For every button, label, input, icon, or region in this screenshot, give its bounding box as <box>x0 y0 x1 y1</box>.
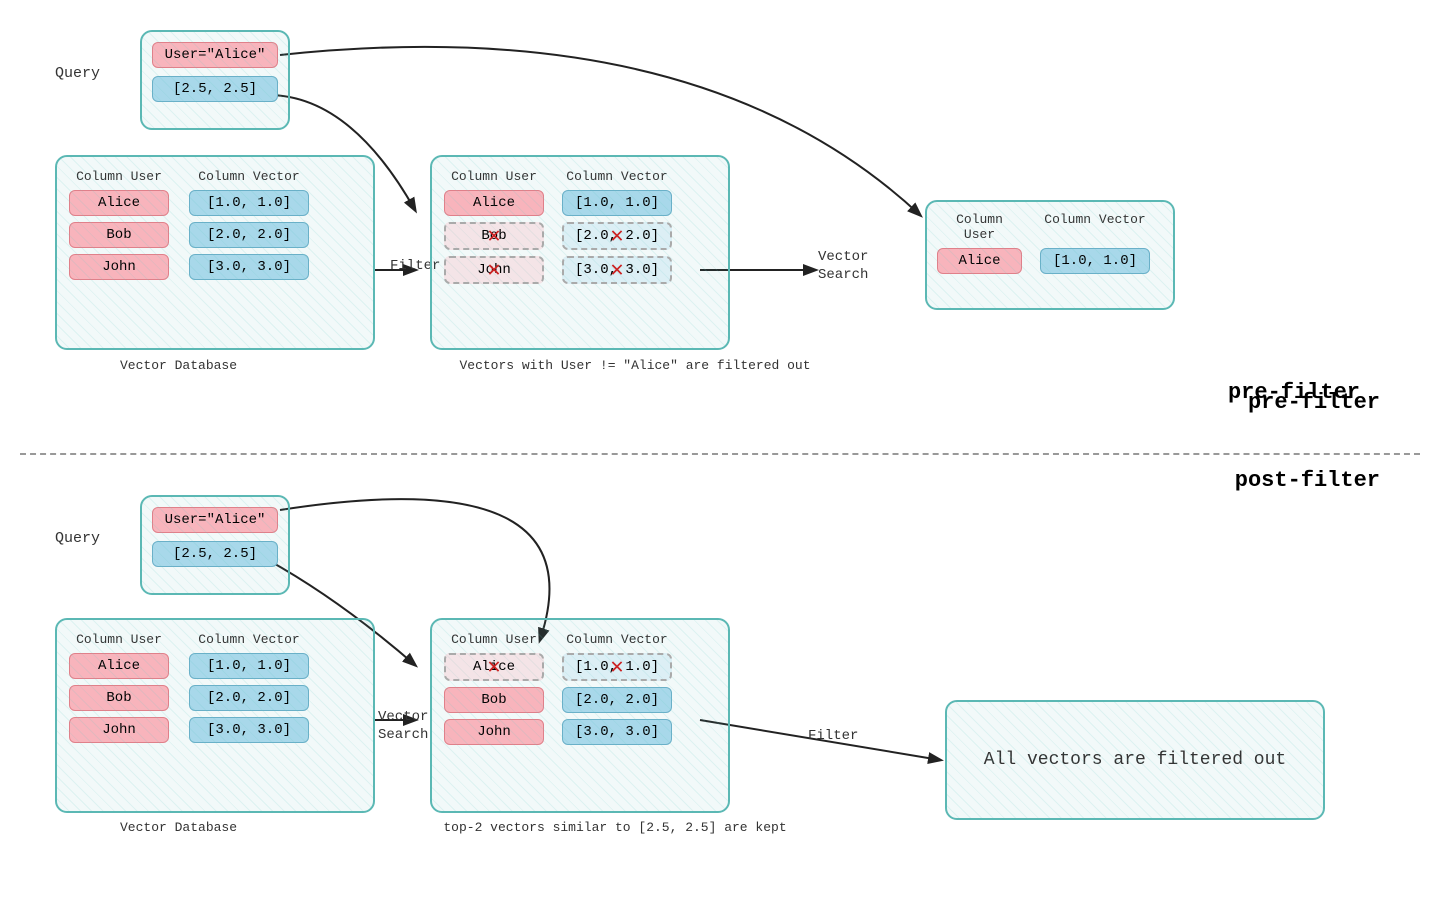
prefilter-section-label: pre-filter <box>1248 390 1380 415</box>
postfilter-db-row1-user: Alice <box>69 653 169 679</box>
prefilter-filtered-row2-user: Bob ✕ <box>444 222 544 250</box>
postfilter-query-box: User="Alice" [2.5, 2.5] <box>140 495 290 595</box>
prefilter-query-user: User="Alice" <box>152 42 278 68</box>
prefilter-filtered-col-vector-header: Column Vector <box>562 169 672 184</box>
prefilter-result-box: Column User Column Vector Alice [1.0, 1.… <box>925 200 1175 310</box>
prefilter-result-row1-user: Alice <box>937 248 1022 274</box>
postfilter-search-row3-user: John <box>444 719 544 745</box>
postfilter-db-row3-user: John <box>69 717 169 743</box>
prefilter-filtered-row1-vec: [1.0, 1.0] <box>562 190 672 216</box>
postfilter-db-row2-user: Bob <box>69 685 169 711</box>
postfilter-db-row2-vec: [2.0, 2.0] <box>189 685 309 711</box>
prefilter-filtered-row2-vec: [2.0, 2.0] ✕ <box>562 222 672 250</box>
postfilter-search-col-vector-header: Column Vector <box>562 632 672 647</box>
x-mark-bob-vec: ✕ <box>610 223 623 249</box>
postfilter-search-row1-user: Alice ✕ <box>444 653 544 681</box>
prefilter-db-row1-vec: [1.0, 1.0] <box>189 190 309 216</box>
prefilter-filtered-col-user-header: Column User <box>444 169 544 184</box>
postfilter-filter-label: Filter <box>808 728 858 744</box>
postfilter-db-box: Column User Column Vector Alice [1.0, 1.… <box>55 618 375 813</box>
postfilter-query-label: Query <box>55 530 100 547</box>
postfilter-vector-search-label: VectorSearch <box>378 708 428 744</box>
postfilter-search-col-user-header: Column User <box>444 632 544 647</box>
prefilter-filtered-row1-user: Alice <box>444 190 544 216</box>
prefilter-result-col-vector-header: Column Vector <box>1040 212 1150 242</box>
prefilter-result-row1-vec: [1.0, 1.0] <box>1040 248 1150 274</box>
prefilter-db-box: Column User Column Vector Alice [1.0, 1.… <box>55 155 375 350</box>
postfilter-search-row2-vec: [2.0, 2.0] <box>562 687 672 713</box>
postfilter-section-label: post-filter <box>1235 468 1380 493</box>
postfilter-search-result-box: Column User Column Vector Alice ✕ [1.0, … <box>430 618 730 813</box>
prefilter-db-row2-vec: [2.0, 2.0] <box>189 222 309 248</box>
prefilter-result-col-user-header: Column User <box>937 212 1022 242</box>
prefilter-filtered-box: Column User Column Vector Alice [1.0, 1.… <box>430 155 730 350</box>
x-mark-post-alice-vec: ✕ <box>610 654 623 680</box>
prefilter-filtered-row3-user: John ✕ <box>444 256 544 284</box>
postfilter-search-row2-user: Bob <box>444 687 544 713</box>
x-mark-john-user: ✕ <box>487 257 500 283</box>
prefilter-db-row3-user: John <box>69 254 169 280</box>
postfilter-db-row3-vec: [3.0, 3.0] <box>189 717 309 743</box>
postfilter-search-row3-vec: [3.0, 3.0] <box>562 719 672 745</box>
postfilter-search-row1-vec: [1.0, 1.0] ✕ <box>562 653 672 681</box>
postfilter-db-col-vector-header: Column Vector <box>189 632 309 647</box>
prefilter-db-row3-vec: [3.0, 3.0] <box>189 254 309 280</box>
postfilter-result-text: All vectors are filtered out <box>984 750 1286 770</box>
prefilter-db-col-user-header: Column User <box>69 169 169 184</box>
section-divider <box>20 453 1420 455</box>
prefilter-filtered-row3-vec: [3.0, 3.0] ✕ <box>562 256 672 284</box>
postfilter-db-col-user-header: Column User <box>69 632 169 647</box>
postfilter-query-vector: [2.5, 2.5] <box>152 541 278 567</box>
postfilter-result-box: All vectors are filtered out <box>945 700 1325 820</box>
prefilter-filter-caption: Vectors with User != "Alice" are filtere… <box>435 358 835 373</box>
prefilter-db-col-vector-header: Column Vector <box>189 169 309 184</box>
prefilter-db-row2-user: Bob <box>69 222 169 248</box>
prefilter-query-label: Query <box>55 65 100 82</box>
x-mark-post-alice-user: ✕ <box>487 654 500 680</box>
prefilter-query-box: User="Alice" [2.5, 2.5] <box>140 30 290 130</box>
diagram-container: pre-filter Query User="Alice" [2.5, 2.5]… <box>0 0 1440 907</box>
postfilter-filter-caption: top-2 vectors similar to [2.5, 2.5] are … <box>435 820 795 835</box>
postfilter-query-user: User="Alice" <box>152 507 278 533</box>
prefilter-db-label: Vector Database <box>120 358 237 373</box>
x-mark-john-vec: ✕ <box>610 257 623 283</box>
postfilter-db-label: Vector Database <box>120 820 237 835</box>
postfilter-db-row1-vec: [1.0, 1.0] <box>189 653 309 679</box>
prefilter-query-vector: [2.5, 2.5] <box>152 76 278 102</box>
prefilter-db-row1-user: Alice <box>69 190 169 216</box>
prefilter-vector-search-label: VectorSearch <box>818 248 868 284</box>
x-mark-bob-user: ✕ <box>487 223 500 249</box>
